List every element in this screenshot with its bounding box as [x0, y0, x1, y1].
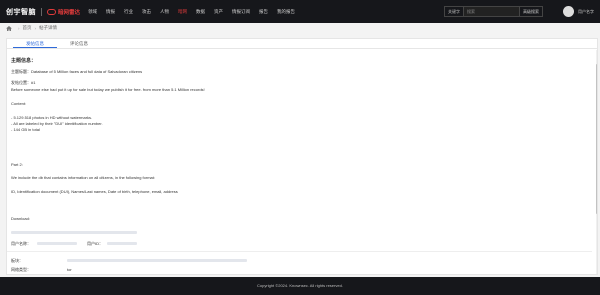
bullet-item: - All are labeled by their "DUI" identif… — [11, 121, 103, 126]
bullet-item: - 144 GB in total — [11, 127, 40, 132]
nav-item[interactable]: 情报订阅 — [232, 9, 250, 15]
main-nav: 领域 情报 行业 攻击 人物 暗网 数据 资产 情报订阅 报告 我的报告 — [88, 9, 304, 15]
avatar[interactable] — [563, 6, 574, 17]
app-logo[interactable]: 创宇智脑 — [6, 7, 36, 17]
nav-item[interactable]: 领域 — [88, 9, 97, 15]
redacted-link — [11, 231, 137, 234]
breadcrumb-home[interactable]: 首页 — [23, 25, 32, 31]
floor-label: 发帖位置： — [11, 80, 31, 85]
nav-item[interactable]: 我的报告 — [277, 9, 295, 15]
divider — [7, 251, 592, 252]
scrollbar[interactable] — [596, 50, 597, 274]
site-type-value: tor — [67, 267, 72, 272]
board-label: 板块： — [11, 258, 23, 263]
nav-item[interactable]: 数据 — [196, 9, 205, 15]
nav-item[interactable]: 情报 — [106, 9, 115, 15]
floor-row: 发帖位置：#1 — [11, 80, 35, 86]
scrollbar-thumb[interactable] — [596, 64, 597, 214]
content-label: Content: — [11, 101, 27, 106]
post-detail-card: 发帖信息 评论信息 主题信息： 主题标题：Database of 5 Milli… — [6, 38, 598, 275]
nav-item[interactable]: 报告 — [259, 9, 268, 15]
redacted-poster-id — [107, 242, 137, 245]
product-brand[interactable]: 暗网雷达 — [47, 8, 80, 16]
breadcrumb-current: 帖子详情 — [39, 25, 57, 30]
breadcrumb-separator: › — [34, 25, 37, 31]
breadcrumb-separator: › — [18, 25, 20, 31]
nav-item[interactable]: 人物 — [160, 9, 169, 15]
user-name[interactable]: 用户名字 — [578, 9, 594, 15]
part2-label: Part 2: — [11, 162, 23, 167]
poster-label: 用户名称： — [11, 241, 31, 246]
top-navbar: 创宇智脑 暗网雷达 领域 情报 行业 攻击 人物 暗网 数据 资产 情报订阅 报… — [0, 0, 600, 23]
breadcrumb: › 首页 › 帖子详情 — [6, 25, 57, 31]
advanced-search-button[interactable]: 高级搜索 — [520, 6, 543, 17]
redacted-poster — [37, 242, 77, 245]
section-title: 主题信息： — [11, 58, 37, 64]
part2-fields: ID, Identification document (DUI), Names… — [11, 189, 178, 194]
detail-tabs: 发帖信息 评论信息 — [7, 39, 597, 49]
footer: Copyright ©2024. Knownsec. All rights re… — [0, 277, 600, 295]
nav-item[interactable]: 行业 — [124, 9, 133, 15]
poster-id-label: 用户ID： — [87, 241, 103, 246]
tab-post-info[interactable]: 发帖信息 — [13, 39, 57, 48]
nav-item[interactable]: 攻击 — [142, 9, 151, 15]
nav-item[interactable]: 资产 — [214, 9, 223, 15]
tab-comments[interactable]: 评论信息 — [57, 39, 101, 48]
subject-label: 主题标题： — [11, 69, 31, 74]
search-input[interactable]: 搜索 — [464, 6, 520, 17]
intro-text: Before someone else had put it up for sa… — [11, 87, 205, 92]
radar-icon — [47, 8, 56, 15]
part2-text: We include the db that contains informat… — [11, 175, 156, 180]
search-type-select[interactable]: 关键字 — [444, 6, 464, 17]
bullet-item: - 5.129.518 photos in HD without waterma… — [11, 115, 93, 120]
download-label: Download: — [11, 216, 30, 221]
floor-value: #1 — [31, 80, 36, 85]
logo-divider — [41, 7, 42, 16]
subject-row: 主题标题：Database of 5 Million faces and ful… — [11, 69, 142, 75]
home-icon[interactable] — [6, 25, 12, 31]
search-bar: 关键字 搜索 高级搜索 — [444, 6, 543, 17]
copyright-text: Copyright ©2024. Knownsec. All rights re… — [257, 283, 343, 288]
subject-text: Database of 5 Million faces and full dat… — [31, 69, 143, 74]
nav-item-active[interactable]: 暗网 — [178, 9, 187, 15]
redacted-board — [67, 259, 247, 262]
site-type-label: 网络类型： — [11, 267, 31, 272]
brand-label: 暗网雷达 — [58, 9, 81, 16]
